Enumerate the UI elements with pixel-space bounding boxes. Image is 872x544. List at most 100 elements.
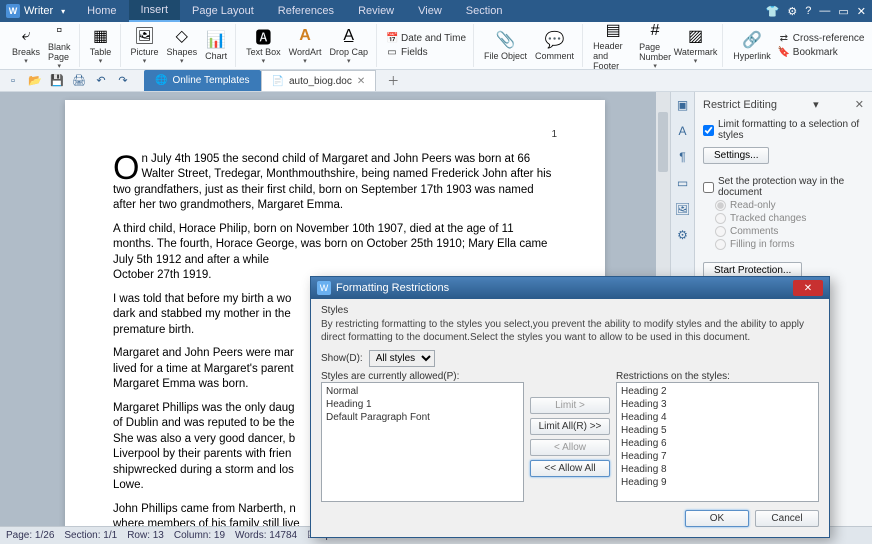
quick-access-bar: ▫ 📂 💾 🖨 ↶ ↷ 🌐Online Templates 📄auto_biog… — [0, 70, 872, 92]
bookmark-button[interactable]: 🔖Bookmark — [775, 46, 868, 59]
close-icon[interactable]: ✕ — [857, 5, 866, 18]
undo-icon[interactable]: ↶ — [92, 72, 110, 90]
minimize-icon[interactable]: — — [819, 5, 830, 17]
dialog-close-icon[interactable]: ✕ — [793, 280, 823, 296]
redo-icon[interactable]: ↷ — [114, 72, 132, 90]
tab-section[interactable]: Section — [454, 0, 515, 22]
list-item[interactable]: Heading 3 — [621, 398, 814, 411]
chart-button[interactable]: 📊Chart — [201, 28, 231, 63]
picture-button[interactable]: 🖼Picture▾ — [127, 24, 163, 67]
limit-formatting-checkbox[interactable]: Limit formatting to a selection of style… — [703, 119, 864, 141]
comment-icon: 💬 — [545, 30, 565, 50]
para-text: October 27th 1919. — [113, 269, 211, 281]
fileobject-button[interactable]: 📎File Object — [480, 28, 531, 63]
para-text: n July 4th 1905 the second child of Marg… — [113, 153, 551, 212]
tab-insert[interactable]: Insert — [129, 0, 181, 22]
shapes-button[interactable]: ◇Shapes▾ — [163, 24, 202, 67]
ribbon: ⤶Breaks▾ ▫Blank Page▾ ▦Table▾ 🖼Picture▾ … — [0, 22, 872, 70]
tab-view[interactable]: View — [406, 0, 454, 22]
dropcap-icon: A̲ — [339, 26, 359, 46]
protection-checkbox[interactable]: Set the protection way in the document — [703, 176, 864, 198]
open-icon[interactable]: 📂 — [26, 72, 44, 90]
user-icon[interactable]: 👕 — [766, 5, 780, 18]
save-icon[interactable]: 💾 — [48, 72, 66, 90]
list-item[interactable]: Heading 4 — [621, 411, 814, 424]
menu-tabs: Home Insert Page Layout References Revie… — [75, 0, 514, 22]
allow-button[interactable]: < Allow — [530, 439, 610, 456]
status-section[interactable]: Section: 1/1 — [64, 530, 117, 541]
list-item[interactable]: Heading 5 — [621, 424, 814, 437]
readonly-radio[interactable]: Read-only — [715, 200, 864, 211]
table-button[interactable]: ▦Table▾ — [86, 24, 116, 67]
breaks-button[interactable]: ⤶Breaks▾ — [8, 24, 44, 67]
watermark-label: Watermark — [674, 47, 718, 57]
textbox-button[interactable]: 🅰Text Box▾ — [242, 24, 285, 67]
templates-label: Online Templates — [172, 75, 249, 86]
status-words[interactable]: Words: 14784 — [235, 530, 297, 541]
skin-icon[interactable]: ⚙ — [787, 5, 797, 18]
list-item[interactable]: Heading 9 — [621, 476, 814, 489]
panel-close-icon[interactable]: ✕ — [855, 98, 864, 111]
pagenumber-icon: # — [645, 21, 665, 41]
image-icon[interactable]: 🖼 — [674, 200, 692, 218]
list-item[interactable]: Heading 1 — [326, 398, 519, 411]
list-item[interactable]: Normal — [326, 385, 519, 398]
list-item[interactable]: Heading 2 — [621, 385, 814, 398]
new-icon[interactable]: ▫ — [4, 72, 22, 90]
app-menu-dropdown[interactable]: ▾ — [61, 7, 65, 16]
dropcap-button[interactable]: A̲Drop Cap▾ — [325, 24, 372, 67]
hyperlink-button[interactable]: 🔗Hyperlink — [729, 28, 775, 63]
status-page[interactable]: Page: 1/26 — [6, 530, 54, 541]
para-icon[interactable]: ¶ — [674, 148, 692, 166]
chart-label: Chart — [205, 51, 227, 61]
templates-tab[interactable]: 🌐Online Templates — [144, 70, 261, 91]
tab-close-icon[interactable]: ✕ — [357, 76, 365, 87]
hyperlink-label: Hyperlink — [733, 51, 771, 61]
pagenumber-button[interactable]: #Page Number▾ — [637, 19, 672, 72]
watermark-button[interactable]: ▨Watermark▾ — [673, 24, 718, 67]
dialog-titlebar[interactable]: W Formatting Restrictions ✕ — [311, 277, 829, 299]
list-item[interactable]: Heading 7 — [621, 450, 814, 463]
show-select[interactable]: All styles — [369, 350, 435, 367]
tab-home[interactable]: Home — [75, 0, 128, 22]
help-icon[interactable]: ? — [805, 5, 811, 17]
cancel-button[interactable]: Cancel — [755, 510, 819, 527]
settings-icon[interactable]: ⚙ — [674, 226, 692, 244]
limit-all-button[interactable]: Limit All(R) >> — [530, 418, 610, 435]
blank-page-button[interactable]: ▫Blank Page▾ — [44, 19, 75, 72]
new-tab-button[interactable]: ＋ — [376, 70, 410, 91]
document-tab[interactable]: 📄auto_biog.doc✕ — [261, 70, 377, 91]
select-icon[interactable]: ▭ — [674, 174, 692, 192]
comment-button[interactable]: 💬Comment — [531, 28, 578, 63]
comment-label: Comment — [535, 51, 574, 61]
headerfooter-button[interactable]: ▤Header and Footer — [589, 18, 637, 73]
panel-dropdown-icon[interactable]: ▾ — [813, 98, 819, 111]
allowed-styles-list[interactable]: Normal Heading 1 Default Paragraph Font — [321, 382, 524, 502]
maximize-icon[interactable]: ▭ — [838, 5, 848, 18]
crossref-button[interactable]: ⇄Cross-reference — [775, 32, 868, 45]
datetime-button[interactable]: 📅Date and Time — [383, 32, 469, 45]
tab-page-layout[interactable]: Page Layout — [180, 0, 266, 22]
bookmark-icon: 🔖 — [778, 47, 790, 58]
limit-button[interactable]: Limit > — [530, 397, 610, 414]
nav-icon[interactable]: ▣ — [674, 96, 692, 114]
list-item[interactable]: Heading 8 — [621, 463, 814, 476]
font-icon[interactable]: A — [674, 122, 692, 140]
restricted-styles-list[interactable]: Heading 2 Heading 3 Heading 4 Heading 5 … — [616, 382, 819, 502]
wordart-button[interactable]: AWordArt▾ — [285, 24, 326, 67]
tracked-radio[interactable]: Tracked changes — [715, 213, 864, 224]
watermark-icon: ▨ — [686, 26, 706, 46]
scrollbar-thumb[interactable] — [658, 112, 668, 172]
tab-references[interactable]: References — [266, 0, 346, 22]
filling-radio[interactable]: Filling in forms — [715, 239, 864, 250]
paragraph: A third child, Horace Philip, born on No… — [113, 222, 557, 284]
allow-all-button[interactable]: << Allow All — [530, 460, 610, 477]
list-item[interactable]: Default Paragraph Font — [326, 411, 519, 424]
list-item[interactable]: Heading 6 — [621, 437, 814, 450]
comments-radio[interactable]: Comments — [715, 226, 864, 237]
print-icon[interactable]: 🖨 — [70, 72, 88, 90]
tab-review[interactable]: Review — [346, 0, 406, 22]
settings-button[interactable]: Settings... — [703, 147, 769, 164]
ok-button[interactable]: OK — [685, 510, 749, 527]
fields-button[interactable]: ▭Fields — [383, 46, 469, 59]
